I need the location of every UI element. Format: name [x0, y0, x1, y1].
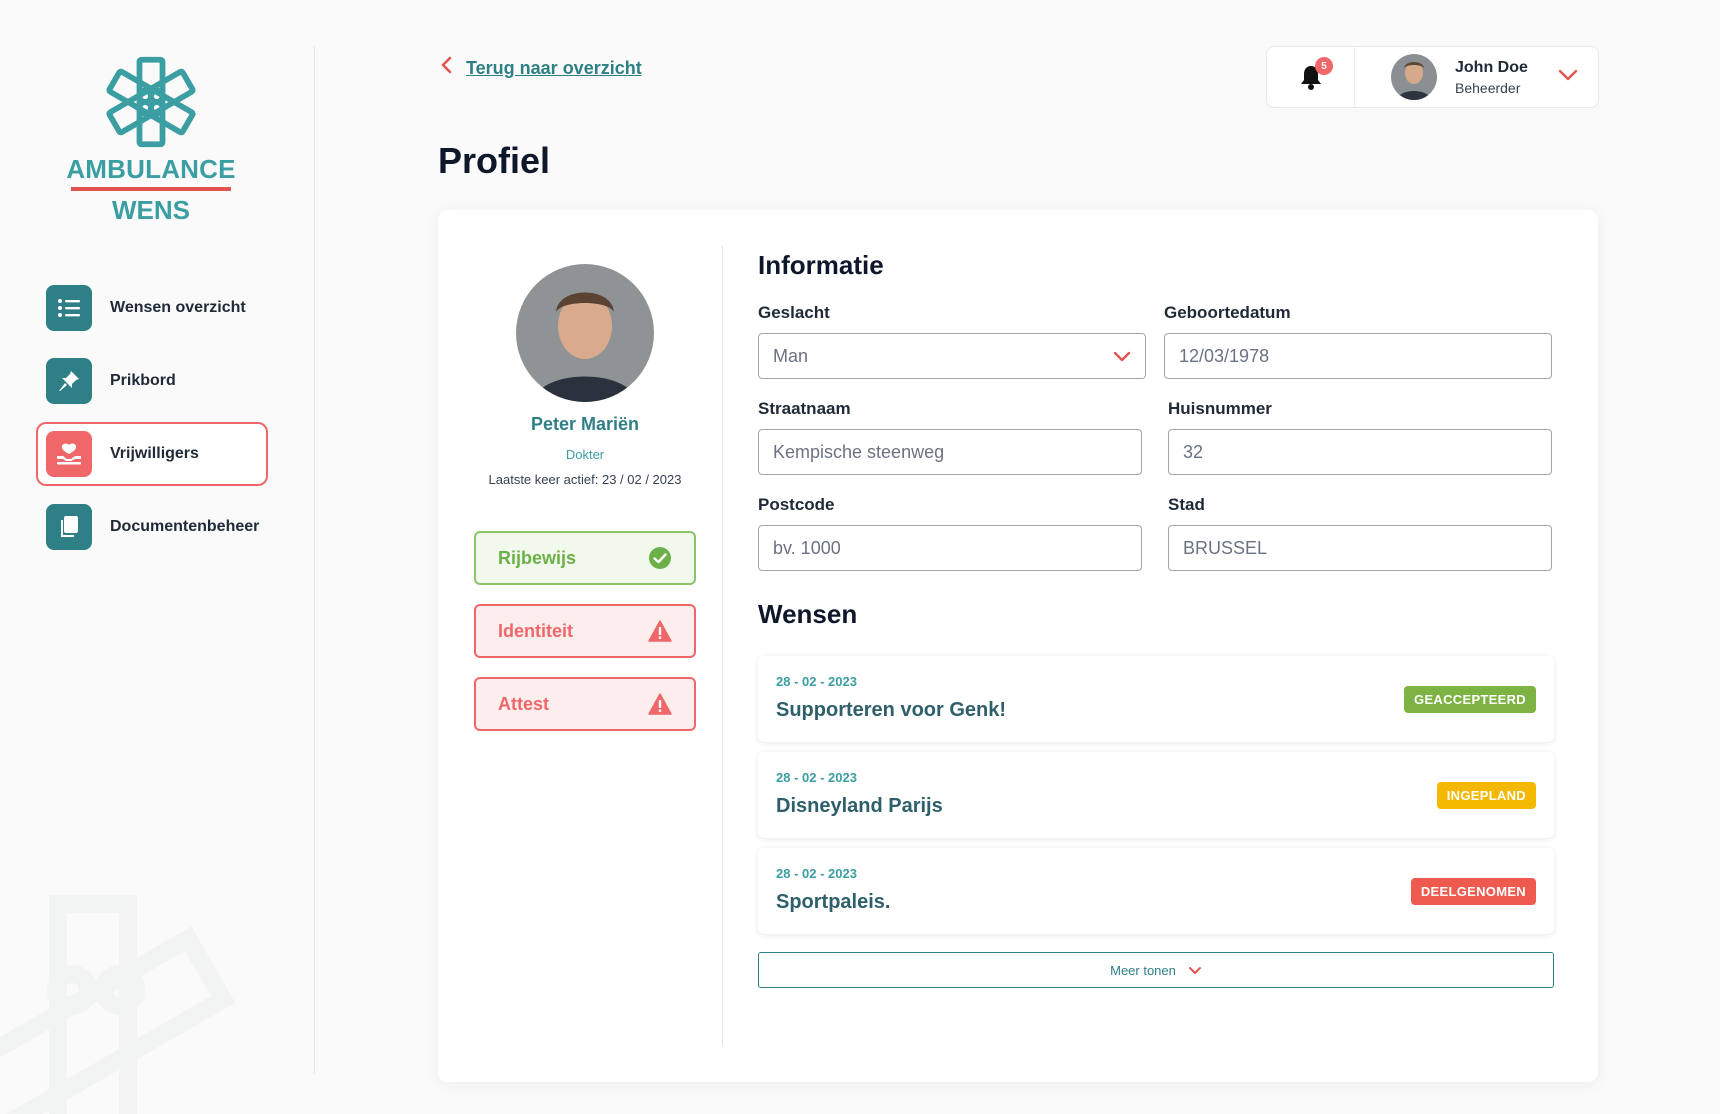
gender-value: Man [773, 345, 809, 366]
brand-name-line1: AMBULANCE [66, 154, 236, 184]
brand-name-line2: WENS [112, 195, 190, 225]
status-badge: DEELGENOMEN [1410, 878, 1536, 905]
chevron-down-icon [1188, 963, 1202, 978]
sidebar-item-prikbord[interactable]: Prikbord [36, 349, 268, 413]
user-info[interactable]: John Doe Beheerder [1455, 59, 1528, 96]
warning-icon [648, 620, 672, 642]
birthdate-input[interactable] [1164, 333, 1552, 379]
notification-count-badge: 5 [1315, 57, 1333, 75]
chevron-down-icon[interactable] [1558, 68, 1578, 86]
street-field: Straatnaam [758, 399, 1142, 475]
sidebar-item-label: Vrijwilligers [110, 445, 199, 462]
user-avatar[interactable] [1391, 54, 1437, 100]
sidebar-item-label: Wensen overzicht [110, 299, 246, 316]
house-number-input[interactable] [1168, 429, 1552, 475]
document-label: Rijbewijs [498, 547, 577, 568]
postcode-field: Postcode [758, 495, 1142, 571]
birthdate-label: Geboortedatum [1164, 303, 1291, 322]
profile-details: Informatie Geslacht Man Geboortedatum St… [758, 250, 1554, 988]
sidebar-nav: Wensen overzicht Prikbord Vrijwilligers … [36, 276, 268, 568]
sidebar-item-vrijwilligers[interactable]: Vrijwilligers [36, 422, 268, 486]
sidebar-divider [314, 46, 315, 1074]
document-attest-button[interactable]: Attest [474, 677, 696, 731]
page-title: Profiel [438, 140, 551, 181]
pin-icon [46, 358, 92, 404]
wish-card[interactable]: 28 - 02 - 2023 Sportpaleis. DEELGENOMEN [758, 848, 1554, 934]
wish-card[interactable]: 28 - 02 - 2023 Disneyland Parijs INGEPLA… [758, 752, 1554, 838]
document-status-list: Rijbewijs Identiteit Attest [474, 531, 696, 731]
card-divider [722, 246, 723, 1046]
city-field: Stad [1168, 495, 1552, 571]
birthdate-field: Geboortedatum [1164, 303, 1552, 379]
profile-card: Peter Mariën Dokter Laatste keer actief:… [438, 210, 1598, 1082]
information-heading: Informatie [758, 250, 884, 280]
wish-date: 28 - 02 - 2023 [776, 770, 857, 785]
profile-role: Dokter [565, 447, 605, 462]
street-input[interactable] [758, 429, 1142, 475]
wish-title: Disneyland Parijs [776, 795, 943, 817]
show-more-button[interactable]: Meer tonen [758, 952, 1554, 988]
user-menu: 5 John Doe Beheerder [1266, 46, 1599, 108]
brand-logo[interactable]: AMBULANCE WENS [66, 54, 236, 225]
document-identiteit-button[interactable]: Identiteit [474, 604, 696, 658]
house-number-field: Huisnummer [1168, 399, 1552, 475]
check-circle-icon [649, 547, 671, 569]
city-input[interactable] [1168, 525, 1552, 571]
chevron-left-icon [440, 56, 452, 80]
document-rijbewijs-button[interactable]: Rijbewijs [474, 531, 696, 585]
wishes-heading: Wensen [758, 599, 858, 629]
user-role: Beheerder [1455, 79, 1521, 96]
notifications-button[interactable]: 5 [1267, 47, 1355, 107]
profile-last-active: Laatste keer actief: 23 / 02 / 2023 [488, 472, 682, 487]
wishes-list: 28 - 02 - 2023 Supporteren voor Genk! GE… [758, 656, 1554, 934]
brand-underline [71, 187, 231, 191]
status-badge: GEACCEPTEERD [1404, 686, 1536, 713]
postcode-input[interactable] [758, 525, 1142, 571]
sidebar-item-documentenbeheer[interactable]: Documentenbeheer [36, 495, 268, 559]
profile-name: Peter Mariën [530, 414, 640, 434]
volunteers-icon [46, 431, 92, 477]
information-form: Geslacht Man Geboortedatum Straatnaam Hu… [758, 303, 1554, 571]
watermark-logo-icon [0, 895, 236, 1114]
sidebar: AMBULANCE WENS Wensen overzicht Prikbord… [0, 0, 316, 1114]
sidebar-item-label: Documentenbeheer [110, 518, 260, 535]
user-name: John Doe [1455, 58, 1528, 76]
profile-summary: Peter Mariën Dokter Laatste keer actief:… [474, 264, 696, 731]
wish-card[interactable]: 28 - 02 - 2023 Supporteren voor Genk! GE… [758, 656, 1554, 742]
gender-label: Geslacht [758, 303, 830, 322]
postcode-label: Postcode [758, 495, 835, 514]
gender-select[interactable]: Man [758, 333, 1146, 379]
house-number-label: Huisnummer [1168, 399, 1272, 418]
show-more-label: Meer tonen [1110, 962, 1176, 978]
warning-icon [648, 693, 672, 715]
status-badge: INGEPLAND [1436, 782, 1536, 809]
list-icon [46, 285, 92, 331]
sidebar-item-label: Prikbord [110, 372, 176, 389]
gender-field: Geslacht Man [758, 303, 1146, 379]
sidebar-item-wensen-overzicht[interactable]: Wensen overzicht [36, 276, 268, 340]
chevron-down-icon [1113, 351, 1131, 361]
document-label: Attest [498, 693, 550, 714]
back-to-overview-link[interactable]: Terug naar overzicht [440, 56, 642, 80]
back-link-label: Terug naar overzicht [466, 57, 642, 78]
documents-icon [46, 504, 92, 550]
profile-avatar [516, 264, 654, 402]
star-of-life-logo-icon [106, 56, 196, 148]
city-label: Stad [1168, 495, 1205, 514]
street-label: Straatnaam [758, 399, 851, 418]
document-label: Identiteit [498, 620, 573, 641]
